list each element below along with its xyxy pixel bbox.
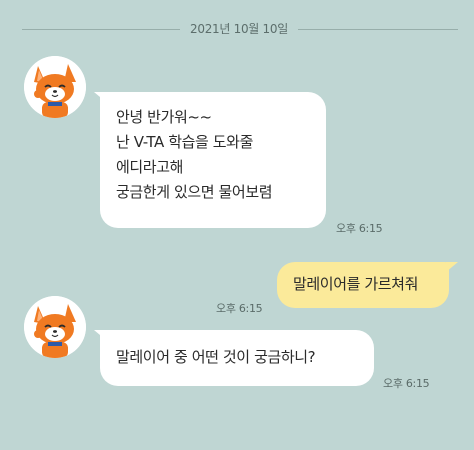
- date-divider: 2021년 10월 10일: [0, 14, 474, 44]
- message-timestamp: 오후 6:15: [216, 302, 263, 315]
- message-line: 에디라고해: [116, 158, 184, 176]
- message-line: 궁금한게 있으면 물어보렴: [116, 183, 273, 201]
- message-timestamp: 오후 6:15: [383, 377, 430, 390]
- message-timestamp: 오후 6:15: [336, 222, 383, 235]
- bubble-tail: [446, 262, 458, 272]
- bot-message-bubble[interactable]: 말레이어 중 어떤 것이 궁금하니?: [100, 330, 374, 386]
- divider-line-right: [298, 29, 458, 30]
- message-line: 안녕 반가워~~: [116, 108, 212, 126]
- fox-mascot-icon: [24, 296, 86, 358]
- message-line: 난 V-TA 학습을 도와줄: [116, 133, 253, 151]
- message-text: 말레이어 중 어떤 것이 궁금하니?: [116, 348, 316, 366]
- bot-avatar[interactable]: [24, 296, 86, 358]
- message-text: 말레이어를 가르쳐줘: [293, 275, 418, 293]
- fox-mascot-icon: [24, 56, 86, 118]
- user-message-bubble[interactable]: 말레이어를 가르쳐줘: [277, 262, 449, 308]
- divider-line-left: [22, 29, 180, 30]
- date-label: 2021년 10월 10일: [190, 22, 288, 36]
- bot-avatar[interactable]: [24, 56, 86, 118]
- bot-message-bubble[interactable]: 안녕 반가워~~ 난 V-TA 학습을 도와줄 에디라고해 궁금한게 있으면 물…: [100, 92, 326, 228]
